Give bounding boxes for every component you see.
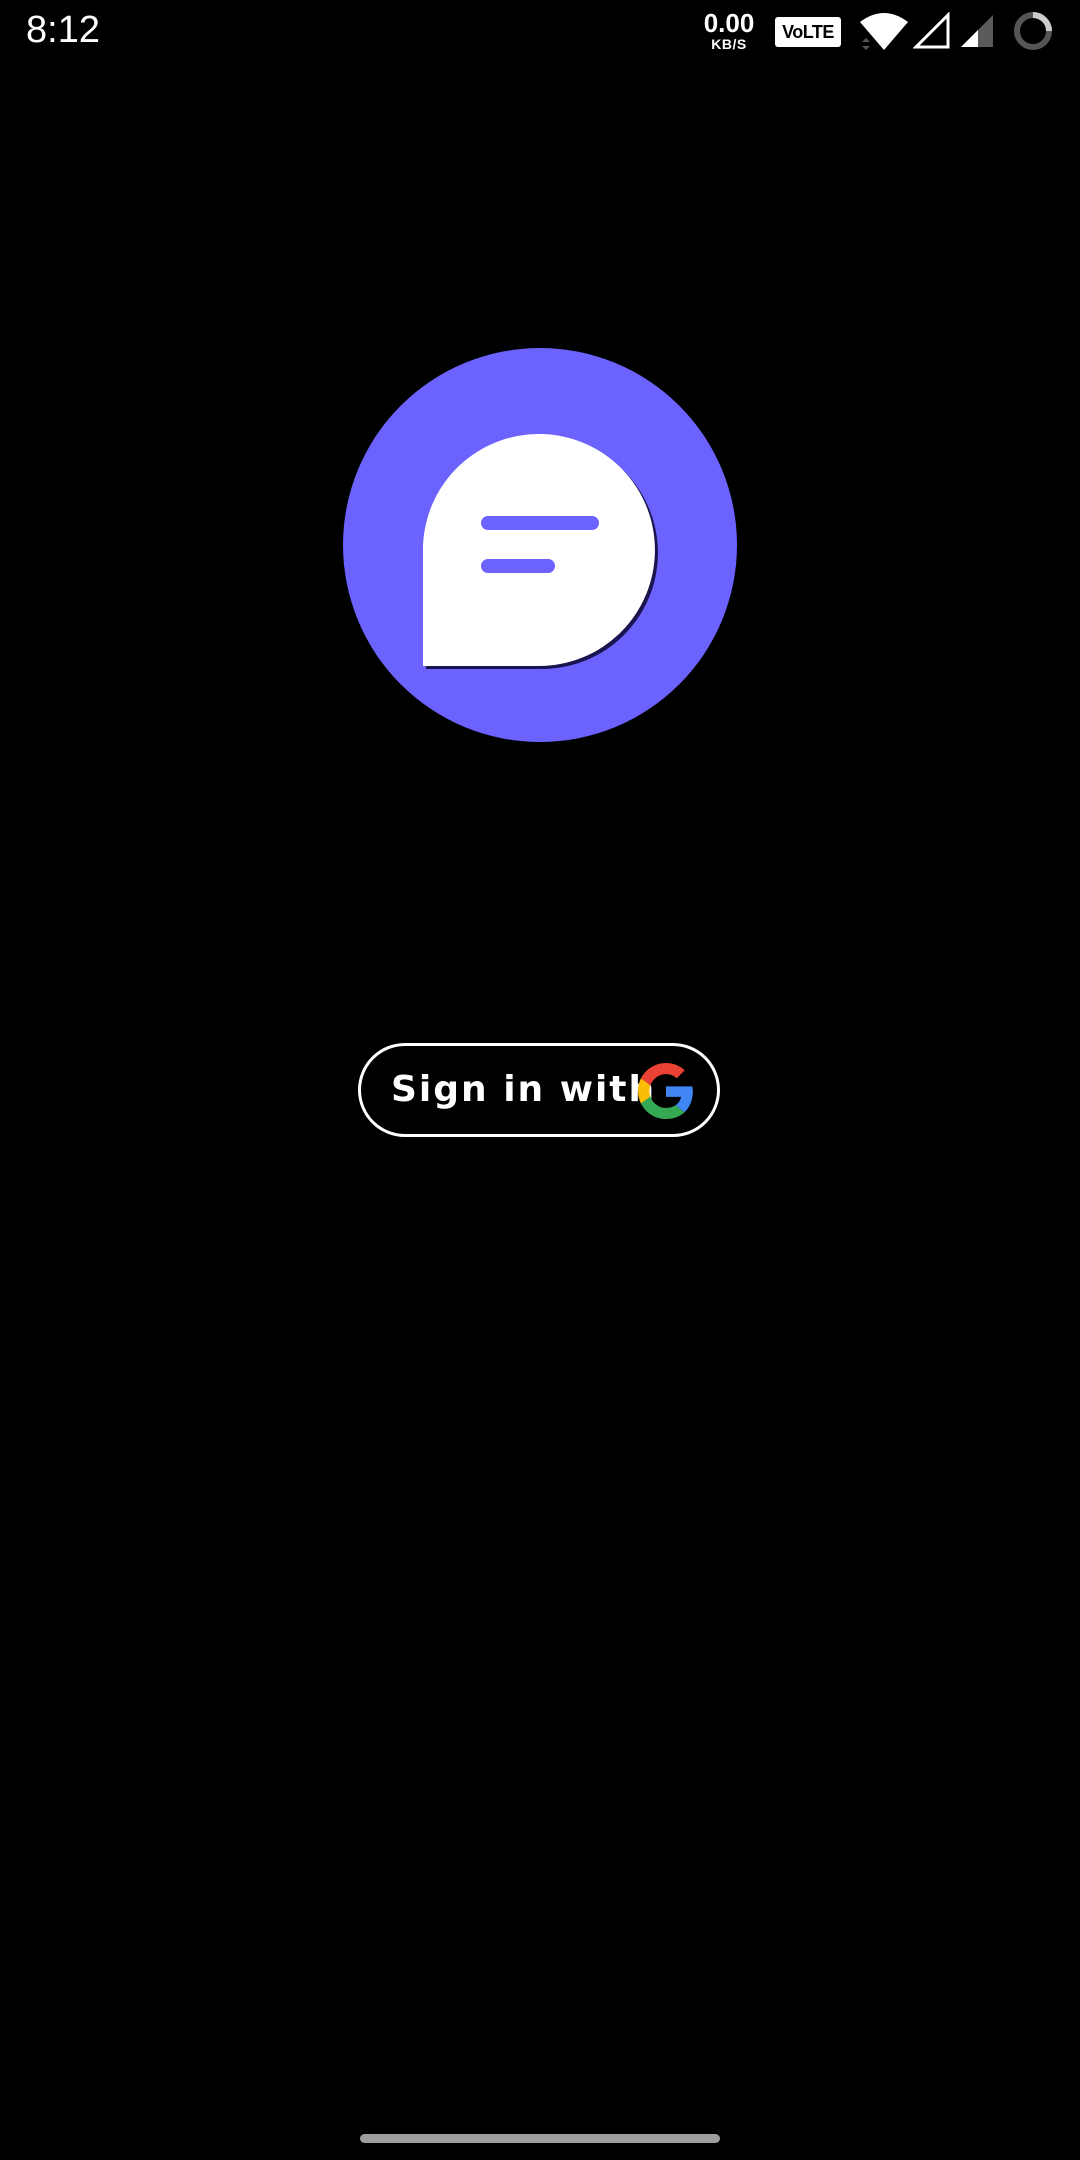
network-speed: 0.00 KB/S xyxy=(700,10,758,52)
google-icon xyxy=(638,1063,693,1119)
status-time: 8:12 xyxy=(26,9,100,51)
wifi-icon xyxy=(858,12,910,57)
gesture-nav-handle[interactable] xyxy=(360,2134,720,2143)
signal-empty-icon xyxy=(912,11,951,55)
status-bar: 8:12 0.00 KB/S VoLTE xyxy=(0,0,1080,64)
loading-ring-icon xyxy=(1012,10,1054,57)
signal-partial-icon xyxy=(958,12,996,55)
sign-in-with-google-button[interactable]: Sign in with xyxy=(358,1043,720,1137)
network-speed-unit: KB/S xyxy=(711,36,747,52)
sign-in-label: Sign in with xyxy=(391,1069,657,1110)
sign-in-screen: 8:12 0.00 KB/S VoLTE Sign in with xyxy=(0,0,1080,2160)
app-logo xyxy=(343,348,737,742)
volte-badge: VoLTE xyxy=(775,17,841,47)
network-speed-value: 0.00 xyxy=(703,8,755,38)
chat-bubble-icon xyxy=(423,434,658,669)
